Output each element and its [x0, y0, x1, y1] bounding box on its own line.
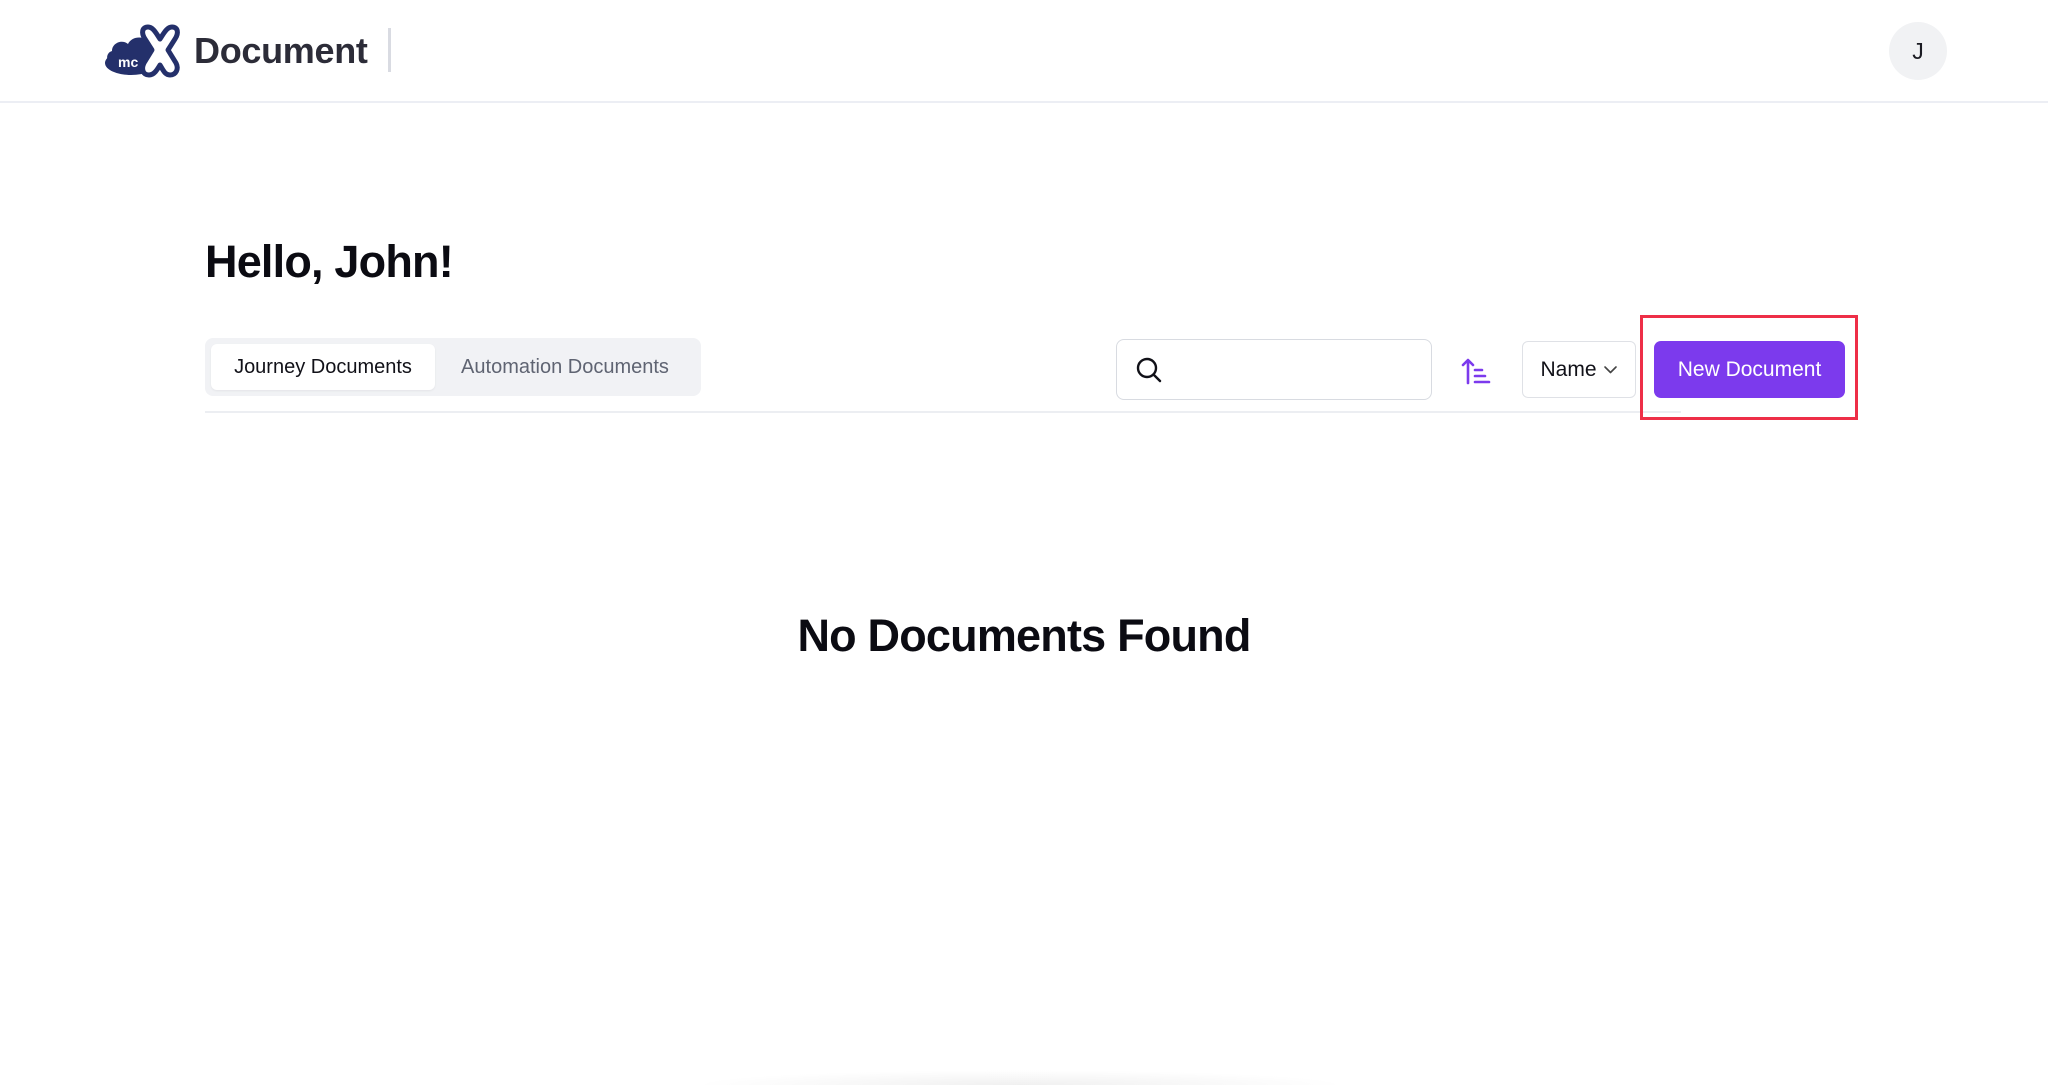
tab-automation-documents[interactable]: Automation Documents: [435, 344, 695, 390]
page-greeting: Hello, John!: [205, 236, 454, 287]
document-type-tabs: Journey Documents Automation Documents: [205, 338, 701, 396]
svg-text:mc: mc: [118, 54, 138, 70]
header-divider: [388, 28, 391, 72]
brand[interactable]: mc Document: [104, 22, 368, 80]
sort-ascending-icon: [1461, 358, 1491, 385]
bottom-shadow: [690, 1070, 1350, 1085]
sort-direction-button[interactable]: [1456, 351, 1496, 391]
search-box[interactable]: [1116, 339, 1432, 400]
new-document-button[interactable]: New Document: [1654, 341, 1845, 398]
user-avatar[interactable]: J: [1889, 22, 1947, 80]
sort-by-select[interactable]: Name: [1522, 341, 1636, 398]
search-input[interactable]: [1175, 357, 1415, 382]
top-navbar: mc Document J: [0, 0, 2048, 103]
chevron-down-icon: [1603, 365, 1617, 373]
search-icon: [1136, 357, 1162, 382]
tab-journey-documents[interactable]: Journey Documents: [211, 344, 435, 390]
sort-by-value: Name: [1540, 357, 1597, 381]
mcx-logo-icon: mc: [105, 24, 180, 78]
app-title: Document: [194, 30, 368, 71]
empty-state-message: No Documents Found: [797, 610, 1251, 661]
tabs-divider: [205, 411, 1681, 413]
